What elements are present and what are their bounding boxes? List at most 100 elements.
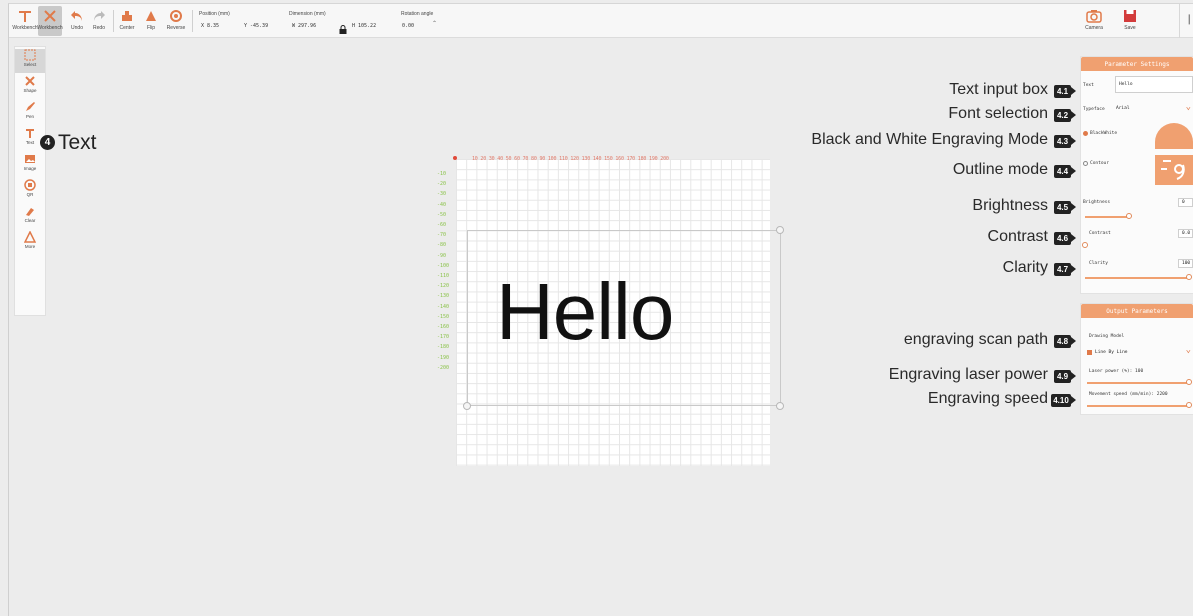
position-x-input[interactable]: X 8.35 [201,23,219,29]
dimension-w-input[interactable]: W 297.96 [292,23,316,29]
drawing-mode-label: Drawing Model [1089,334,1125,339]
ruler-tick: -50 [437,211,447,218]
ruler-tick: -90 [437,252,447,259]
sidebar-label: Clear [24,218,36,223]
collapse-icon[interactable]: ❘› [1185,14,1193,25]
toolbar-divider [1179,4,1180,38]
sidebar-item-select[interactable]: Select [15,49,45,73]
contrast-input[interactable]: 0.0 [1178,229,1193,238]
position-y-input[interactable]: Y -45.39 [244,23,268,29]
tool-label: Workbench [37,25,63,31]
text-input-box[interactable]: Hello [1115,76,1193,93]
laser-power-knob[interactable] [1186,379,1192,385]
sidebar-label: Select [23,62,37,67]
brightness-knob[interactable] [1126,213,1132,219]
sidebar-item-more[interactable]: More [15,230,45,255]
tool-label: Workbench [12,25,38,31]
ruler-tick: -140 [437,303,450,310]
sidebar-label: Image [23,166,37,171]
callout-label: engraving scan path [903,331,1048,348]
speed-knob[interactable] [1186,402,1192,408]
laser-power-slider[interactable] [1087,382,1191,384]
workbench-tool-1[interactable]: Workbench [12,6,38,36]
ruler-tick: -150 [437,313,450,320]
sidebar-label: Text [25,140,35,145]
clarity-knob[interactable] [1186,274,1192,280]
save-button[interactable]: Save [1119,6,1141,36]
blackwhite-radio[interactable] [1083,131,1088,136]
canvas-text-object[interactable]: Hello [496,266,674,358]
reverse-button[interactable]: Reverse [165,6,187,36]
contour-radio[interactable] [1083,161,1088,166]
scissors-icon [42,6,58,25]
undo-icon [70,6,84,25]
lock-icon[interactable] [339,21,347,39]
typeface-select[interactable]: Arial ⌄ [1113,102,1193,115]
clarity-input[interactable]: 100 [1178,259,1193,268]
callout-badge: 4.7 [1054,263,1076,276]
left-sidebar: Select Shape Pen Text Image QR Clear Mor… [14,46,46,316]
reverse-label: Reverse [166,25,186,31]
pen-icon [24,101,36,114]
brightness-label: Brightness [1083,200,1111,205]
line-mode-icon [1087,350,1092,355]
sidebar-item-pen[interactable]: Pen [15,101,45,125]
drawing-mode-select[interactable]: Line By Line ⌄ [1087,345,1193,359]
ruler-tick: -180 [437,344,450,351]
contour-label: Contour [1090,161,1109,166]
more-icon [23,230,37,244]
speed-slider[interactable] [1087,405,1191,407]
resize-handle[interactable] [463,402,471,410]
rotation-input[interactable]: 0.00 [402,23,414,29]
blackwhite-preview [1155,123,1193,149]
text-input-label: Text [1083,83,1094,88]
camera-label: Camera [1085,25,1103,31]
ruler-tick: -30 [437,191,447,198]
sidebar-item-qr[interactable]: QR [15,179,45,203]
callout-label: Brightness [972,197,1048,214]
center-icon [120,6,134,25]
select-icon [24,49,36,62]
dimension-h-input[interactable]: H 105.22 [352,23,376,29]
brightness-input[interactable]: 0 [1178,198,1193,207]
clarity-label: Clarity [1089,261,1108,266]
save-icon [1123,6,1137,25]
contrast-knob[interactable] [1082,242,1088,248]
sidebar-item-clear[interactable]: Clear [15,205,45,229]
callout-badge: 4.8 [1054,335,1076,348]
ruler-tick: -100 [437,262,450,269]
ruler-tick: -10 [437,171,447,177]
callout-badge: 4.1 [1054,85,1076,98]
resize-handle[interactable] [776,402,784,410]
callout-badge: 4.3 [1054,135,1076,148]
contrast-label: Contrast [1089,231,1111,236]
redo-button[interactable]: Redo [89,6,109,36]
callout-label: Black and White Engraving Mode [811,131,1048,148]
ruler-tick: -80 [437,242,447,249]
brightness-slider[interactable] [1085,216,1129,218]
resize-handle[interactable] [776,226,784,234]
ruler-tick: -120 [437,283,450,290]
undo-button[interactable]: Undo [67,6,87,36]
parameter-settings-panel: Parameter Settings Text Hello Typeface A… [1080,56,1193,294]
sidebar-label: QR [26,192,34,197]
callout-label: Clarity [1002,259,1048,276]
sidebar-item-shape[interactable]: Shape [15,75,45,99]
toolbar-divider [192,10,193,32]
contour-preview [1155,155,1193,185]
center-button[interactable]: Center [117,6,137,36]
section-number-badge: 4 [40,135,55,150]
rotation-stepper-icon[interactable]: ⌃ [432,20,437,27]
toolbar: Workbench Workbench Undo Redo Center Fli… [9,4,1193,38]
workbench-tool-2[interactable]: Workbench [37,6,63,36]
shape-icon [24,75,36,88]
sidebar-item-image[interactable]: Image [15,153,45,177]
clarity-slider[interactable] [1085,277,1189,279]
flip-label: Flip [146,25,156,31]
undo-label: Undo [71,25,83,31]
camera-icon [1086,6,1102,25]
flip-button[interactable]: Flip [141,6,161,36]
sidebar-label: Pen [25,114,34,119]
chevron-down-icon: ⌄ [1185,345,1191,355]
camera-button[interactable]: Camera [1083,6,1105,36]
